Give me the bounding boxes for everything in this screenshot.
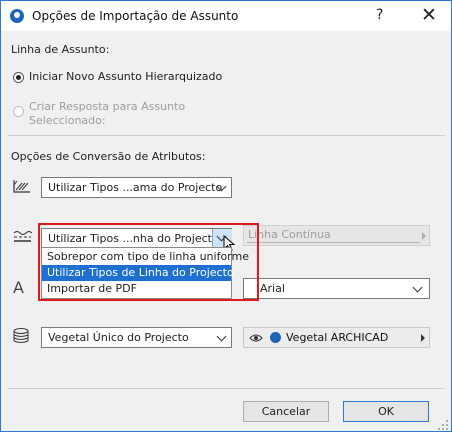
resize-grip-icon[interactable] <box>437 419 449 431</box>
archicad-logo-icon <box>270 332 281 343</box>
font-dropdown[interactable]: Arial <box>243 278 430 299</box>
line-type-icon <box>13 231 32 242</box>
fill-type-icon <box>13 180 30 193</box>
fill-type-dropdown[interactable]: Utilizar Tipos ...ama do Projecto <box>41 177 232 198</box>
radio-new-subject[interactable] <box>13 72 24 83</box>
font-value: Arial <box>260 282 285 295</box>
surface-dropdown-value: Vegetal Único do Projecto <box>48 331 189 344</box>
chevron-down-icon <box>412 282 423 293</box>
annotation-highlight-box <box>38 223 259 301</box>
radio-reply-subject-label-1: Criar Resposta para Assunto <box>29 100 186 113</box>
line-preview <box>247 242 420 243</box>
chevron-right-icon <box>421 334 425 342</box>
cancel-button[interactable]: Cancelar <box>243 401 329 422</box>
surface-value-field[interactable]: Vegetal ARCHICAD <box>243 327 430 348</box>
font-icon: A <box>13 278 24 297</box>
line-type-field-value: Linha Contínua <box>248 228 331 241</box>
radio-new-subject-label[interactable]: Iniciar Novo Assunto Hierarquizado <box>29 70 222 83</box>
separator <box>8 135 445 136</box>
separator <box>8 388 445 389</box>
chevron-down-icon <box>216 331 227 342</box>
surface-value: Vegetal ARCHICAD <box>286 331 389 344</box>
surface-layers-icon <box>13 328 29 343</box>
radio-reply-subject-label-2: Seleccionado: <box>29 114 106 127</box>
title-bar: Opções de Importação de Assunto ? ✕ <box>1 1 451 31</box>
import-options-dialog: Opções de Importação de Assunto ? ✕ Linh… <box>0 0 452 432</box>
surface-dropdown[interactable]: Vegetal Único do Projecto <box>41 327 232 348</box>
ok-button[interactable]: OK <box>343 401 429 422</box>
subject-line-heading: Linha de Assunto: <box>11 43 110 56</box>
chevron-right-icon <box>422 232 426 240</box>
window-title: Opções de Importação de Assunto <box>32 9 239 23</box>
conversion-heading: Opções de Conversão de Atributos: <box>11 150 206 163</box>
radio-reply-subject <box>13 106 24 117</box>
help-button[interactable]: ? <box>376 7 383 23</box>
close-button[interactable]: ✕ <box>421 4 437 26</box>
line-type-field: Linha Contínua <box>243 225 430 246</box>
archicad-icon <box>10 9 24 23</box>
fill-type-value: Utilizar Tipos ...ama do Projecto <box>48 181 223 194</box>
eye-icon <box>249 334 263 342</box>
